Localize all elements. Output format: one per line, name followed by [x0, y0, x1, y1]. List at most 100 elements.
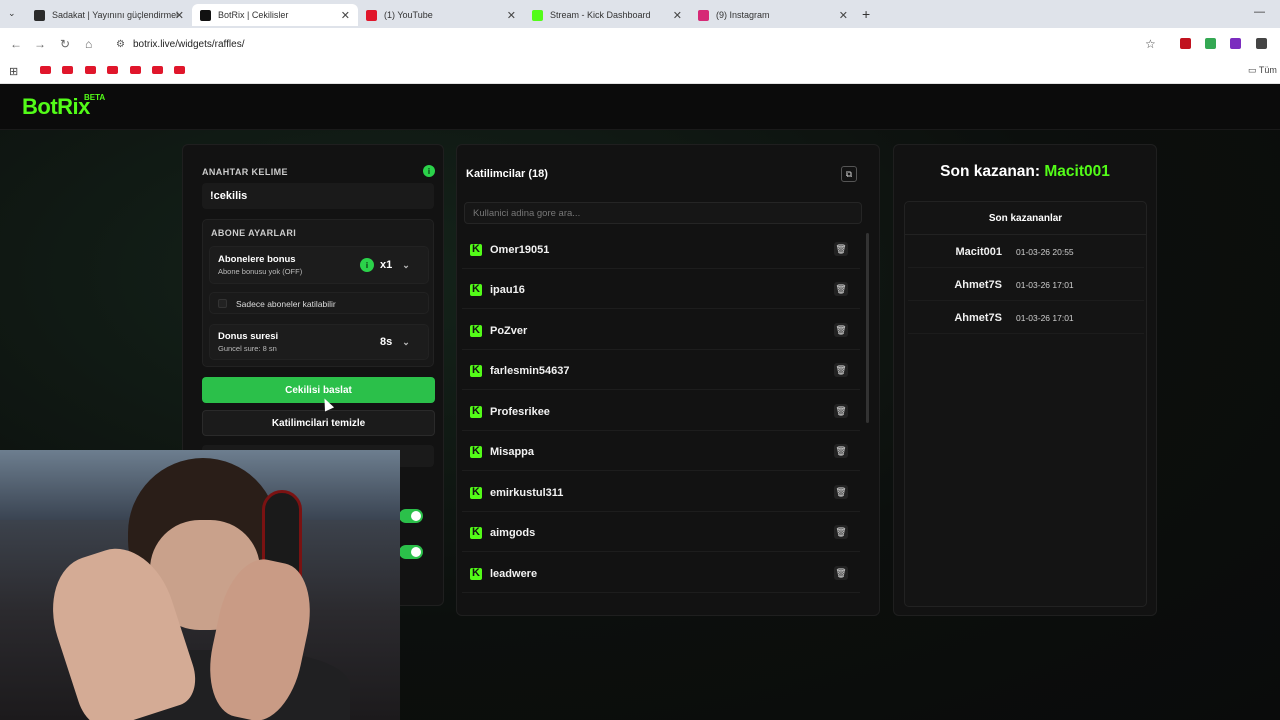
participant-row: Misappa 🗑	[462, 433, 860, 471]
trash-icon[interactable]: 🗑	[834, 282, 848, 296]
chevron-down-icon: ⌄	[402, 259, 410, 270]
back-icon[interactable]: ←	[10, 37, 22, 51]
youtube-bookmark-icon[interactable]	[107, 66, 118, 74]
participant-row: aimgods 🗑	[462, 514, 860, 552]
tab-close-icon[interactable]: ✕	[507, 9, 516, 22]
start-raffle-button[interactable]: Cekilisi baslat	[202, 377, 435, 403]
browser-tab-sadakat[interactable]: Sadakat | Yayınını güçlendirmei ✕	[26, 4, 192, 26]
trash-icon[interactable]: 🗑	[834, 485, 848, 499]
participant-name: aimgods	[490, 526, 536, 539]
winner-date: 01-03-26 17:01	[1016, 312, 1074, 323]
participant-name: Misappa	[490, 445, 535, 458]
pdf-extension-icon[interactable]	[1180, 38, 1191, 49]
youtube-bookmark-icon[interactable]	[130, 66, 141, 74]
extensions-icon[interactable]	[1256, 38, 1267, 49]
browser-tab-botrix[interactable]: BotRix | Cekilisler ✕	[192, 4, 358, 26]
trash-icon[interactable]: 🗑	[834, 363, 848, 377]
tab-close-icon[interactable]: ✕	[175, 9, 184, 22]
bookmarks-bar: ⊞ ▭ Tüm	[0, 60, 1280, 84]
youtube-bookmark-icon[interactable]	[85, 66, 96, 74]
only-subs-label: Sadece aboneler katilabilir	[236, 299, 336, 309]
bookmarks-folder[interactable]: ▭ Tüm	[1248, 65, 1277, 76]
tab-close-icon[interactable]: ✕	[673, 9, 682, 22]
new-tab-icon[interactable]: +	[862, 6, 870, 22]
clear-participants-button[interactable]: Katilimcilari temizle	[202, 410, 435, 436]
participant-name: farlesmin54637	[490, 364, 570, 377]
youtube-bookmark-icon[interactable]	[174, 66, 185, 74]
browser-tab-bar: ⌄ Sadakat | Yayınını güçlendirmei ✕ BotR…	[0, 0, 1280, 28]
kick-icon	[470, 486, 482, 499]
url-input[interactable]: ⚙ botrix.live/widgets/raffles/	[110, 32, 1170, 56]
tab-search-icon[interactable]: ⌄	[8, 8, 16, 19]
participant-name: ipau16	[490, 283, 525, 296]
keyword-label: ANAHTAR KELIME	[202, 167, 288, 177]
participant-search-input[interactable]: Kullanici adina gore ara...	[464, 202, 862, 224]
participant-row: PoZver 🗑	[462, 312, 860, 350]
bonus-time-select[interactable]: 8s ⌄	[380, 336, 410, 348]
winner-date: 01-03-26 17:01	[1016, 279, 1074, 290]
trash-icon[interactable]: 🗑	[834, 323, 848, 337]
twitch-extension-icon[interactable]	[1230, 38, 1241, 49]
bookmarks-folder-label: Tüm	[1258, 65, 1277, 75]
kick-icon	[470, 283, 482, 296]
tab-title: Stream - Kick Dashboard	[550, 10, 651, 20]
winner-name: Macit001	[955, 245, 1002, 258]
participant-row: emirkustul311 🗑	[462, 474, 860, 512]
info-icon[interactable]: i	[423, 165, 435, 177]
home-icon[interactable]: ⌂	[85, 37, 92, 51]
last-winner-heading: Son kazanan: Macit001	[894, 163, 1156, 181]
youtube-bookmark-icon[interactable]	[152, 66, 163, 74]
trash-icon[interactable]: 🗑	[834, 525, 848, 539]
copy-icon[interactable]: ⧉	[841, 166, 857, 182]
trash-icon[interactable]: 🗑	[834, 566, 848, 580]
shield-extension-icon[interactable]	[1205, 38, 1216, 49]
tab-title: (9) Instagram	[716, 10, 770, 20]
toggle-switch[interactable]	[399, 509, 423, 523]
youtube-bookmark-icon[interactable]	[62, 66, 73, 74]
trash-icon[interactable]: 🗑	[834, 404, 848, 418]
participant-row: farlesmin54637 🗑	[462, 352, 860, 390]
minimize-icon[interactable]: —	[1254, 6, 1265, 18]
youtube-bookmark-icon[interactable]	[40, 66, 51, 74]
tab-close-icon[interactable]: ✕	[341, 9, 350, 22]
tab-favicon-icon	[698, 9, 709, 21]
forward-icon[interactable]: →	[34, 37, 46, 51]
kick-icon	[470, 324, 482, 337]
tab-favicon-icon	[366, 9, 377, 21]
apps-grid-icon[interactable]: ⊞	[9, 65, 18, 78]
sub-bonus-row: Abonelere bonus Abone bonusu yok (OFF) i…	[209, 246, 429, 284]
tab-close-icon[interactable]: ✕	[839, 9, 848, 22]
trash-icon[interactable]: 🗑	[834, 444, 848, 458]
participant-name: Profesrikee	[490, 405, 550, 418]
winner-date: 01-03-26 20:55	[1016, 246, 1074, 257]
participants-title: Katilimcilar (18)	[466, 168, 548, 180]
kick-icon	[470, 405, 482, 418]
browser-tab-kick[interactable]: Stream - Kick Dashboard ✕	[524, 4, 690, 26]
last-winner-label: Son kazanan:	[940, 163, 1041, 180]
kick-icon	[470, 526, 482, 539]
kick-icon	[470, 364, 482, 377]
botrix-logo[interactable]: BotRix	[22, 94, 90, 120]
site-settings-icon[interactable]: ⚙	[116, 39, 125, 50]
sub-bonus-info-icon[interactable]: i	[360, 258, 374, 272]
bonus-time-label: Donus suresi	[218, 331, 279, 342]
browser-address-bar: ← → ↻ ⌂ ⚙ botrix.live/widgets/raffles/ ☆	[0, 28, 1280, 60]
browser-tab-instagram[interactable]: (9) Instagram ✕	[690, 4, 856, 26]
reload-icon[interactable]: ↻	[60, 37, 70, 51]
participant-row: ipau16 🗑	[462, 271, 860, 309]
bonus-time-row: Donus suresi Guncel sure: 8 sn 8s ⌄	[209, 324, 429, 360]
tab-favicon-icon	[532, 9, 543, 21]
sub-bonus-select[interactable]: x1 ⌄	[380, 259, 410, 271]
participants-scrollbar[interactable]	[866, 233, 869, 423]
trash-icon[interactable]: 🗑	[834, 242, 848, 256]
bookmark-star-icon[interactable]: ☆	[1145, 37, 1156, 51]
last-winner-name: Macit001	[1044, 163, 1110, 180]
webcam-overlay	[0, 450, 400, 720]
browser-tab-youtube[interactable]: (1) YouTube ✕	[358, 4, 524, 26]
keyword-input[interactable]: !cekilis	[202, 183, 434, 209]
only-subs-checkbox[interactable]	[218, 299, 227, 308]
toggle-switch[interactable]	[399, 545, 423, 559]
winner-row: Macit001 01-03-26 20:55	[908, 236, 1144, 268]
winner-name: Ahmet7S	[954, 278, 1002, 291]
only-subs-row[interactable]: Sadece aboneler katilabilir	[209, 292, 429, 314]
